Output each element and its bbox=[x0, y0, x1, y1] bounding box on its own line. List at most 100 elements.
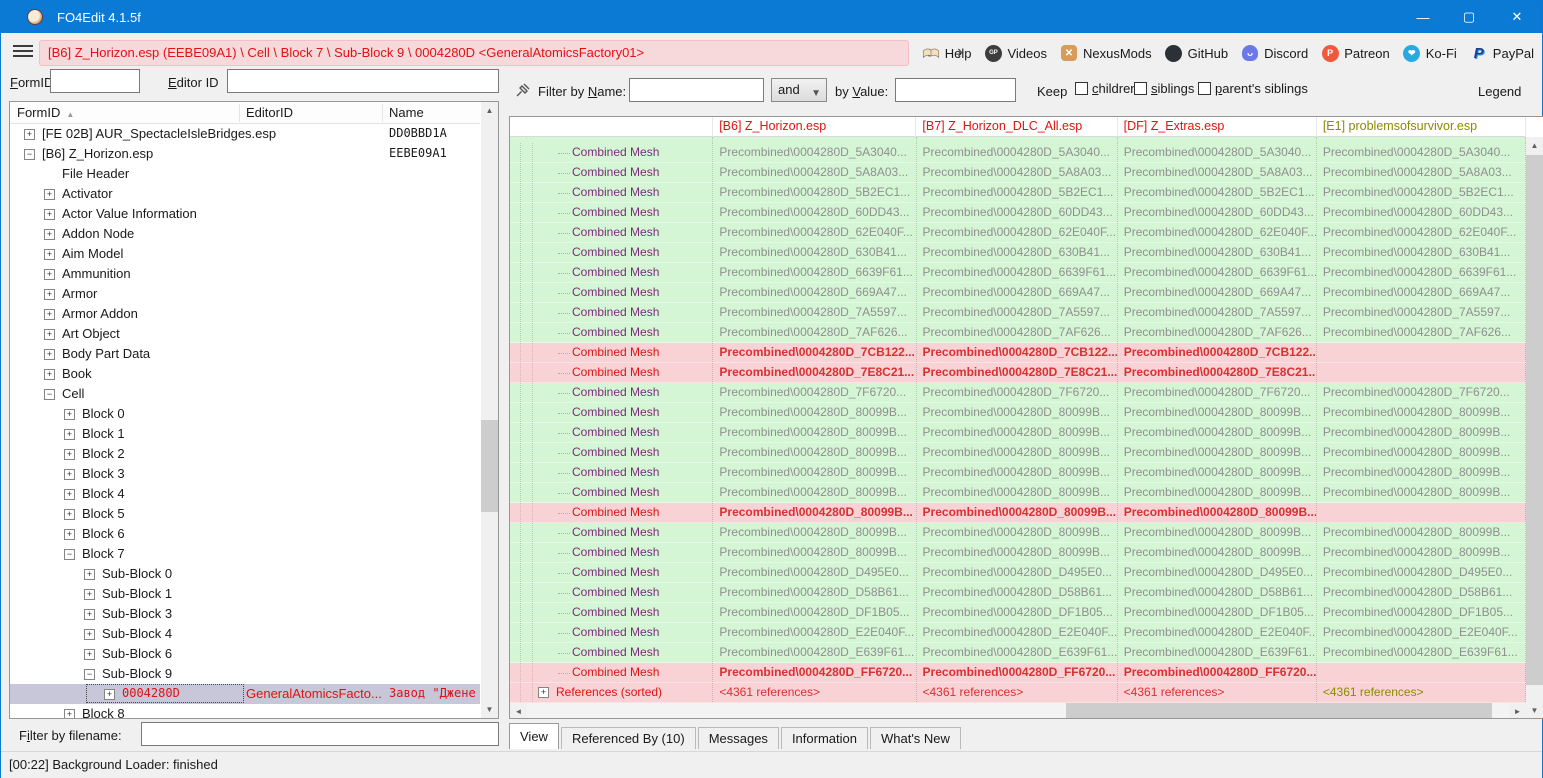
field-name-cell[interactable]: Combined Mesh bbox=[510, 503, 713, 522]
field-name-cell[interactable]: Combined Mesh bbox=[510, 203, 713, 222]
tree-item[interactable]: +Block 3 bbox=[10, 464, 480, 484]
value-cell[interactable]: Precombined\0004280D_630B41... bbox=[1118, 243, 1317, 262]
value-cell[interactable]: Precombined\0004280D_7F6720... bbox=[1118, 383, 1317, 402]
column-header-plugin[interactable]: [DF] Z_Extras.esp bbox=[1118, 117, 1317, 137]
value-cell[interactable]: Precombined\0004280D_5A8A03... bbox=[713, 163, 916, 182]
value-cell[interactable]: Precombined\0004280D_D495E0... bbox=[917, 563, 1118, 582]
expand-icon[interactable]: + bbox=[24, 129, 35, 140]
table-row[interactable]: Combined MeshPrecombined\0004280D_6639F6… bbox=[510, 263, 1526, 283]
tree-item[interactable]: +Armor Addon bbox=[10, 304, 480, 324]
value-cell[interactable]: Precombined\0004280D_80099B... bbox=[1317, 523, 1526, 542]
value-cell[interactable]: Precombined\0004280D_60DD43... bbox=[1118, 203, 1317, 222]
value-cell[interactable]: Precombined\0004280D_7AF626... bbox=[1118, 323, 1317, 342]
field-name-cell[interactable]: +References (sorted) bbox=[510, 683, 713, 702]
value-cell[interactable]: Precombined\0004280D_80099B... bbox=[1317, 423, 1526, 442]
tree-vertical-scrollbar[interactable]: ▲ ▼ bbox=[481, 102, 498, 719]
value-cell[interactable]: Precombined\0004280D_D58B61... bbox=[1317, 583, 1526, 602]
references-row[interactable]: +References (sorted)<4361 references><43… bbox=[510, 683, 1526, 703]
value-cell[interactable]: Precombined\0004280D_D58B61... bbox=[917, 583, 1118, 602]
filter-value-input[interactable] bbox=[895, 78, 1016, 102]
value-cell[interactable]: Precombined\0004280D_7A5597... bbox=[1317, 303, 1526, 322]
table-row[interactable]: Combined Mesh Precombined\0004280D_80099B… bbox=[510, 403, 1526, 423]
field-name-cell[interactable]: Combined Mesh bbox=[510, 563, 713, 582]
table-row[interactable]: Combined MeshPrecombined\0004280D_80099B… bbox=[510, 523, 1526, 543]
value-cell[interactable]: <4361 references> bbox=[917, 683, 1118, 702]
tree-item[interactable]: +Sub-Block 6 bbox=[10, 644, 480, 664]
value-cell[interactable]: Precombined\0004280D_D58B61... bbox=[1118, 583, 1317, 602]
table-row[interactable]: Combined MeshPrecombined\0004280D_80099B… bbox=[510, 503, 1526, 523]
tree-item[interactable]: +Sub-Block 0 bbox=[10, 564, 480, 584]
tree-item[interactable]: +Block 0 bbox=[10, 404, 480, 424]
value-cell[interactable] bbox=[1317, 363, 1526, 382]
value-cell[interactable]: Precombined\0004280D_7CB122... bbox=[713, 343, 916, 362]
value-cell[interactable]: Precombined\0004280D_DF1B05... bbox=[917, 603, 1118, 622]
keep-children-checkbox[interactable]: children bbox=[1075, 81, 1138, 96]
value-cell[interactable]: Precombined\0004280D_E639F61... bbox=[713, 643, 916, 662]
tree-item[interactable]: +Addon Node bbox=[10, 224, 480, 244]
table-row[interactable]: Combined Mesh Precombined\0004280D_630B41… bbox=[510, 243, 1526, 263]
field-name-cell[interactable]: Combined Mesh bbox=[510, 643, 713, 662]
expand-icon[interactable]: + bbox=[44, 209, 55, 220]
value-cell[interactable]: Precombined\0004280D_80099B... bbox=[713, 523, 916, 542]
value-cell[interactable]: Precombined\0004280D_80099B... bbox=[1118, 403, 1317, 422]
expand-icon[interactable]: + bbox=[84, 569, 95, 580]
value-cell[interactable]: Precombined\0004280D_80099B... bbox=[713, 443, 916, 462]
column-header-plugin[interactable]: [E1] problemsofsurvivor.esp bbox=[1317, 117, 1526, 137]
field-name-cell[interactable]: Combined Mesh bbox=[510, 183, 713, 202]
value-cell[interactable]: Precombined\0004280D_80099B... bbox=[917, 483, 1118, 502]
table-horizontal-scrollbar[interactable]: ◄ ► bbox=[510, 703, 1526, 719]
value-cell[interactable]: Precombined\0004280D_6639F61... bbox=[713, 263, 916, 282]
field-name-cell[interactable]: Combined Mesh bbox=[510, 143, 713, 162]
table-row[interactable]: Combined MeshPrecombined\0004280D_7E8C21… bbox=[510, 363, 1526, 383]
expand-icon[interactable]: + bbox=[84, 649, 95, 660]
table-row[interactable]: Combined Mesh Precombined\0004280D_60DD43… bbox=[510, 203, 1526, 223]
value-cell[interactable]: Precombined\0004280D_FF6720... bbox=[713, 663, 916, 682]
value-cell[interactable]: Precombined\0004280D_5A3040... bbox=[917, 143, 1118, 162]
table-row[interactable]: Combined MeshPrecombined\0004280D_5B2EC1… bbox=[510, 183, 1526, 203]
tree-item[interactable]: +Armor bbox=[10, 284, 480, 304]
column-header-plugin[interactable]: [B6] Z_Horizon.esp bbox=[713, 117, 916, 137]
value-cell[interactable]: Precombined\0004280D_80099B... bbox=[917, 423, 1118, 442]
field-name-cell[interactable]: Combined Mesh bbox=[510, 523, 713, 542]
tree-item[interactable]: +Aim Model bbox=[10, 244, 480, 264]
tab-what-s-new[interactable]: What's New bbox=[870, 727, 961, 749]
value-cell[interactable]: Precombined\0004280D_5B2EC1... bbox=[713, 183, 916, 202]
toolbar-link-patreon[interactable]: PPatreon bbox=[1321, 44, 1390, 62]
collapse-icon[interactable]: − bbox=[64, 549, 75, 560]
field-name-cell[interactable]: Combined Mesh bbox=[510, 403, 713, 422]
value-cell[interactable]: Precombined\0004280D_7AF626... bbox=[917, 323, 1118, 342]
toolbar-link-paypal[interactable]: PPayPal bbox=[1470, 44, 1534, 62]
value-cell[interactable]: Precombined\0004280D_7F6720... bbox=[917, 383, 1118, 402]
field-name-cell[interactable]: Combined Mesh bbox=[510, 243, 713, 262]
value-cell[interactable]: Precombined\0004280D_80099B... bbox=[1317, 543, 1526, 562]
expand-icon[interactable]: + bbox=[44, 369, 55, 380]
expand-icon[interactable]: + bbox=[538, 687, 549, 698]
value-cell[interactable]: Precombined\0004280D_D58B61... bbox=[713, 583, 916, 602]
formid-input[interactable] bbox=[50, 69, 140, 93]
value-cell[interactable]: Precombined\0004280D_5A3040... bbox=[1317, 143, 1526, 162]
value-cell[interactable]: Precombined\0004280D_630B41... bbox=[1317, 243, 1526, 262]
value-cell[interactable]: Precombined\0004280D_80099B... bbox=[1118, 543, 1317, 562]
table-row[interactable]: Combined MeshPrecombined\0004280D_7F6720… bbox=[510, 383, 1526, 403]
tree-item[interactable]: +Block 8 bbox=[10, 704, 480, 719]
scroll-up-icon[interactable]: ▲ bbox=[481, 102, 498, 119]
field-name-cell[interactable]: Combined Mesh bbox=[510, 223, 713, 242]
expand-icon[interactable]: + bbox=[44, 189, 55, 200]
tree-item[interactable]: +Sub-Block 4 bbox=[10, 624, 480, 644]
value-cell[interactable]: Precombined\0004280D_D495E0... bbox=[713, 563, 916, 582]
table-row[interactable]: Combined MeshPrecombined\0004280D_80099B… bbox=[510, 423, 1526, 443]
expand-icon[interactable]: + bbox=[44, 329, 55, 340]
value-cell[interactable]: Precombined\0004280D_669A47... bbox=[1118, 283, 1317, 302]
table-row[interactable]: Combined Mesh Precombined\0004280D_7A5597… bbox=[510, 303, 1526, 323]
field-name-cell[interactable]: Combined Mesh bbox=[510, 303, 713, 322]
value-cell[interactable]: Precombined\0004280D_80099B... bbox=[1317, 443, 1526, 462]
tree-item[interactable]: +Art Object bbox=[10, 324, 480, 344]
value-cell[interactable]: Precombined\0004280D_62E040F... bbox=[1317, 223, 1526, 242]
expand-icon[interactable]: + bbox=[64, 449, 75, 460]
toolbar-link-discord[interactable]: ᴗDiscord bbox=[1241, 44, 1308, 62]
table-row[interactable]: Combined MeshPrecombined\0004280D_E2E040… bbox=[510, 623, 1526, 643]
collapse-icon[interactable]: − bbox=[24, 149, 35, 160]
tab-messages[interactable]: Messages bbox=[698, 727, 779, 749]
toolbar-link-github[interactable]: GitHub bbox=[1165, 44, 1228, 62]
menu-icon[interactable] bbox=[13, 45, 33, 60]
